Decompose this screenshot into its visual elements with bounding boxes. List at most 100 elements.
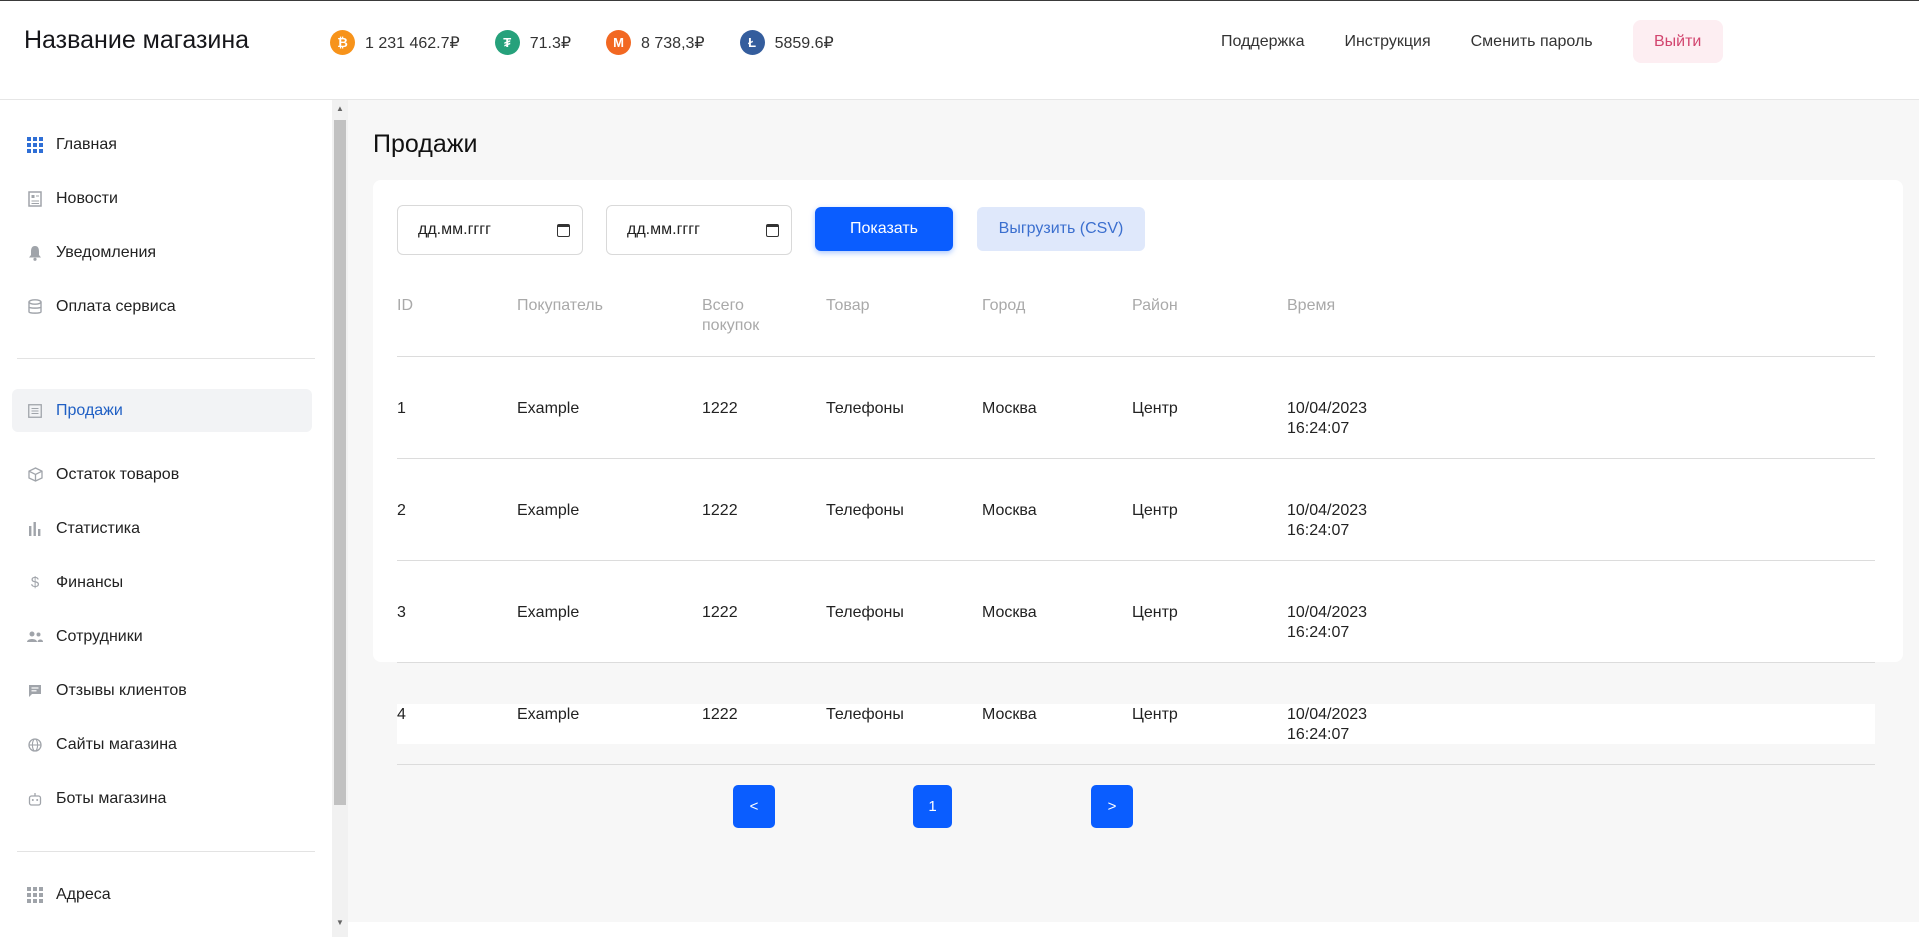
bar-chart-icon (27, 521, 43, 537)
cell-time-value: 16:24:07 (1287, 624, 1350, 641)
sidebar-item-addresses[interactable]: Адреса (12, 873, 312, 916)
sidebar-item-reviews[interactable]: Отзывы клиентов (12, 669, 312, 712)
calendar-icon[interactable] (766, 223, 779, 237)
sidebar-item-statistics[interactable]: Статистика (12, 507, 312, 550)
coin-value: 8 738,3₽ (641, 34, 705, 52)
table-divider (397, 458, 1875, 459)
scroll-up-arrow-icon[interactable]: ▲ (336, 104, 344, 113)
coin-rate-litecoin: Ł 5859.6₽ (739, 30, 834, 55)
sidebar-item-label: Остаток товаров (56, 465, 180, 483)
cell-date-value: 10/04/2023 (1287, 400, 1368, 417)
support-link[interactable]: Поддержка (1221, 22, 1304, 62)
sidebar-item-notifications[interactable]: Уведомления (12, 231, 312, 274)
cell-buyer: Example (517, 604, 580, 621)
scroll-down-arrow-icon[interactable]: ▼ (336, 918, 344, 927)
column-header-total-line2: покупок (702, 317, 760, 334)
sidebar-item-label: Сотрудники (56, 627, 143, 645)
sidebar-item-label: Оплата сервиса (56, 297, 176, 315)
calendar-icon[interactable] (557, 223, 570, 237)
sidebar-item-stock[interactable]: Остаток товаров (12, 453, 312, 496)
sidebar-item-finance[interactable]: $ Финансы (12, 561, 312, 604)
cell-city: Москва (982, 604, 1037, 621)
date-from-placeholder: дд.мм.гггг (418, 221, 491, 238)
coin-rate-monero: M 8 738,3₽ (606, 30, 705, 55)
cell-date-value: 10/04/2023 (1287, 502, 1368, 519)
cell-id: 4 (397, 706, 406, 723)
cell-date-value: 10/04/2023 (1287, 706, 1368, 723)
instructions-link[interactable]: Инструкция (1344, 22, 1430, 62)
date-to-placeholder: дд.мм.гггг (627, 221, 700, 238)
date-from-input[interactable]: дд.мм.гггг (397, 205, 583, 255)
box-icon (27, 467, 43, 483)
logout-button[interactable]: Выйти (1632, 20, 1723, 63)
sidebar-item-service-payment[interactable]: Оплата сервиса (12, 285, 312, 328)
bell-icon (27, 245, 43, 261)
column-header-buyer: Покупатель (517, 297, 603, 314)
sidebar-item-label: Новости (56, 189, 118, 207)
sidebar-item-label: Уведомления (56, 243, 157, 261)
cell-district: Центр (1132, 706, 1178, 723)
column-header-total-line1: Всего (702, 297, 744, 314)
users-icon (27, 629, 43, 645)
bitcoin-icon: ₿ (330, 30, 355, 55)
table-divider (397, 356, 1875, 357)
column-header-time: Время (1287, 297, 1336, 314)
cell-city: Москва (982, 400, 1037, 417)
cell-date-value: 10/04/2023 (1287, 604, 1368, 621)
globe-icon (27, 737, 43, 753)
column-header-district: Район (1132, 297, 1178, 314)
sidebar-item-employees[interactable]: Сотрудники (12, 615, 312, 658)
monero-icon: M (606, 30, 632, 55)
export-csv-button[interactable]: Выгрузить (CSV) (977, 207, 1145, 251)
column-header-total-purchases: Всего покупок (702, 296, 759, 336)
sidebar-item-news[interactable]: Новости (12, 177, 312, 220)
cell-product: Телефоны (826, 604, 904, 621)
grid-icon (27, 136, 43, 153)
shop-title: Название магазина (24, 26, 250, 54)
cell-product: Телефоны (826, 502, 904, 519)
cell-total: 1222 (702, 502, 738, 519)
sidebar-divider (17, 358, 315, 359)
change-password-link[interactable]: Сменить пароль (1471, 22, 1593, 62)
sidebar-scrollbar-thumb[interactable] (334, 120, 346, 805)
sidebar-item-home[interactable]: Главная (12, 123, 312, 166)
cell-product: Телефоны (826, 400, 904, 417)
top-header: Название магазина ₿ 1 231 462.7₽ ₮ 71.3₽… (0, 1, 1919, 100)
cell-time-value: 16:24:07 (1287, 522, 1350, 539)
litecoin-icon: Ł (739, 30, 765, 55)
pagination-page-button[interactable]: 1 (913, 785, 952, 828)
coin-rates: ₿ 1 231 462.7₽ ₮ 71.3₽ M 8 738,3₽ Ł 5859… (330, 30, 869, 55)
cell-total: 1222 (702, 706, 738, 723)
list-icon (27, 403, 43, 419)
database-icon (27, 298, 43, 315)
dollar-icon: $ (30, 574, 40, 591)
cell-time: 10/04/2023 16:24:07 (1287, 603, 1367, 643)
sidebar-item-label: Боты магазина (56, 789, 167, 807)
sidebar-item-shop-bots[interactable]: Боты магазина (12, 777, 312, 820)
date-to-input[interactable]: дд.мм.гггг (606, 205, 792, 255)
show-button[interactable]: Показать (815, 207, 953, 251)
sidebar-item-label: Отзывы клиентов (56, 681, 187, 699)
cell-time-value: 16:24:07 (1287, 726, 1350, 743)
sidebar-item-label: Финансы (56, 573, 124, 591)
table-divider (397, 764, 1875, 765)
column-header-product: Товар (826, 297, 870, 314)
column-header-id: ID (397, 297, 413, 314)
cell-city: Москва (982, 502, 1037, 519)
sidebar-item-sales[interactable]: Продажи (12, 389, 312, 432)
sidebar-item-label: Сайты магазина (56, 735, 177, 753)
sidebar-item-label: Главная (56, 135, 117, 153)
coin-value: 1 231 462.7₽ (365, 34, 460, 52)
cell-id: 1 (397, 400, 406, 417)
cell-time: 10/04/2023 16:24:07 (1287, 705, 1367, 745)
table-divider (397, 662, 1875, 663)
sidebar-item-shop-sites[interactable]: Сайты магазина (12, 723, 312, 766)
pagination-next-button[interactable]: > (1091, 785, 1133, 828)
coin-value: 5859.6₽ (774, 34, 834, 52)
cell-district: Центр (1132, 502, 1178, 519)
chat-icon (27, 683, 43, 699)
column-header-city: Город (982, 297, 1026, 314)
sales-card (373, 180, 1903, 662)
newspaper-icon (27, 190, 43, 207)
pagination-prev-button[interactable]: < (733, 785, 775, 828)
